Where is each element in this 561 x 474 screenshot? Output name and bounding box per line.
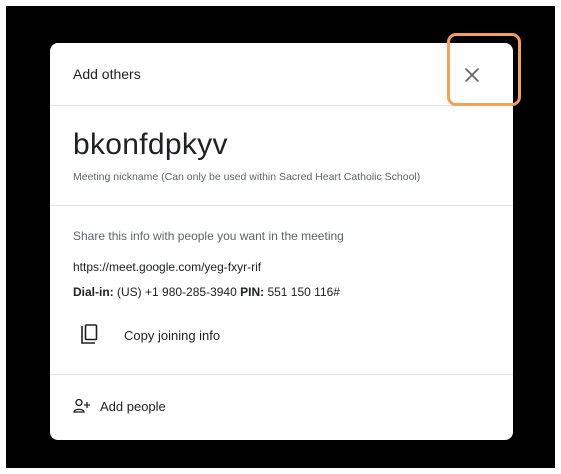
pin-label: PIN: [240, 285, 265, 299]
share-hint: Share this info with people you want in … [73, 229, 344, 243]
dialin-number: (US) +1 980-285-3940 [117, 285, 237, 299]
add-people-label: Add people [100, 398, 166, 414]
close-button[interactable] [460, 63, 484, 87]
meeting-name: bkonfdpkyv [73, 128, 228, 161]
add-others-dialog: Add others bkonfdpkyv Meeting nickname (… [50, 43, 513, 440]
meeting-link[interactable]: https://meet.google.com/yeg-fxyr-rif [73, 260, 261, 274]
dialin-label: Dial-in: [73, 285, 114, 299]
copy-icon [81, 324, 98, 344]
divider [50, 205, 513, 206]
dialog-title: Add others [73, 66, 141, 82]
person-add-icon [73, 398, 90, 413]
divider [50, 374, 513, 375]
copy-joining-info-button[interactable]: Copy joining info [78, 322, 220, 348]
add-people-button[interactable]: Add people [73, 396, 166, 416]
dialin-info: Dial-in: (US) +1 980-285-3940 PIN: 551 1… [73, 285, 340, 299]
copy-joining-info-label: Copy joining info [124, 327, 221, 343]
pin-value: 551 150 116# [267, 285, 340, 299]
dialog-header: Add others [50, 43, 513, 106]
nickname-caption: Meeting nickname (Can only be used withi… [73, 171, 421, 183]
close-icon [465, 68, 479, 82]
